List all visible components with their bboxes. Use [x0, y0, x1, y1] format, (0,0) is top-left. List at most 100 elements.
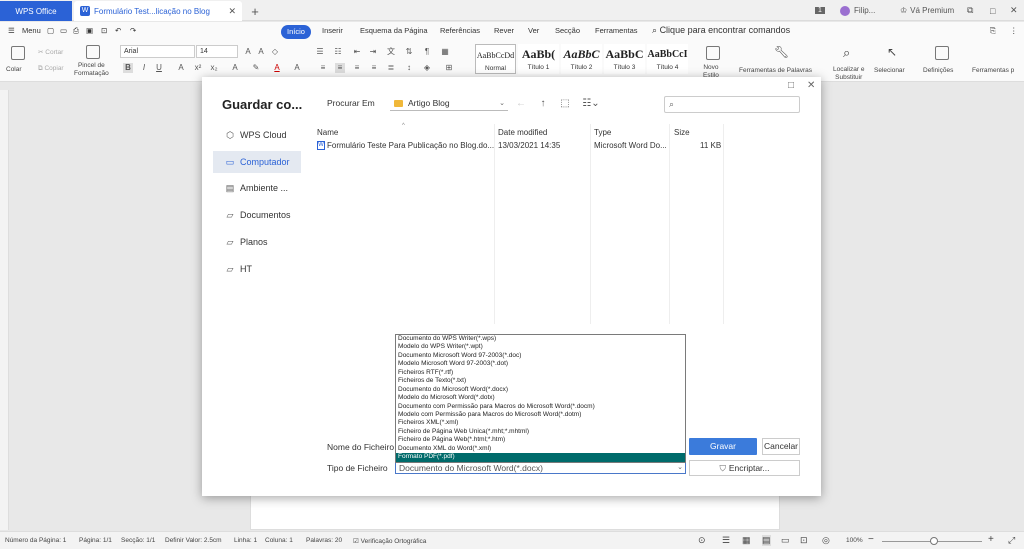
close-dialog-icon[interactable]: ✕ [807, 80, 815, 91]
bold-icon[interactable]: B [123, 63, 133, 73]
increase-font-icon[interactable]: A [243, 47, 253, 57]
filetype-select[interactable]: Documento do Microsoft Word(*.docx) ⌄ [395, 462, 686, 474]
font-size-select[interactable]: 14 [196, 45, 238, 58]
filetype-option[interactable]: Ficheiros de Texto(*.txt) [396, 377, 685, 385]
search-commands[interactable]: ⌕ Clique para encontrar comandos [652, 25, 790, 36]
tab-esquema[interactable]: Esquema da Página [360, 26, 428, 35]
increase-indent-icon[interactable]: ⇥ [368, 47, 378, 57]
user-account[interactable]: Filip... [840, 3, 875, 18]
text-effects-icon[interactable]: A [230, 63, 240, 73]
document-page[interactable] [250, 490, 780, 530]
sort-icon[interactable]: ⇅ [404, 47, 414, 57]
nav-documents[interactable]: ▱ Documentos [213, 204, 301, 226]
menu-button[interactable]: Menu [22, 26, 41, 35]
style-titulo-3[interactable]: AaBbC Título 3 [604, 44, 645, 74]
borders-icon[interactable]: ⊞ [444, 63, 454, 73]
protect-icon[interactable]: ⊙ [698, 535, 706, 546]
shading-icon[interactable]: ◈ [422, 63, 432, 73]
style-titulo-1[interactable]: AaBb(Título 1 [518, 44, 559, 74]
filetype-option[interactable]: Documento do WPS Writer(*.wps) [396, 335, 685, 343]
copy-button[interactable]: ⧉ Copiar [38, 65, 64, 73]
export-icon[interactable]: ⊡ [101, 26, 107, 35]
filetype-option[interactable]: Documento XML do Word(*.xml) [396, 445, 685, 453]
distribute-icon[interactable]: ≣ [386, 63, 396, 73]
eye-icon[interactable]: ◎ [822, 535, 830, 546]
filetype-option[interactable]: Modelo com Permissão para Macros do Micr… [396, 411, 685, 419]
align-center-icon[interactable]: ≡ [335, 63, 345, 73]
decrease-font-icon[interactable]: A [256, 47, 266, 57]
show-marks-icon[interactable]: ¶ [422, 47, 432, 57]
undo-icon[interactable]: ↶ [115, 26, 121, 35]
reading-view-icon[interactable]: ⊡ [800, 535, 808, 546]
column-name[interactable]: Name [317, 128, 338, 137]
tab-ver[interactable]: Ver [528, 26, 539, 35]
tab-inserir[interactable]: Inserir [322, 26, 343, 35]
hamburger-icon[interactable]: ☰ [8, 26, 15, 35]
up-folder-icon[interactable]: ↑ [536, 98, 550, 109]
filetype-option[interactable]: Formato PDF(*.pdf) [396, 453, 685, 462]
tab-referencias[interactable]: Referências [440, 26, 480, 35]
look-in-select[interactable]: Artigo Blog ⌄ [390, 96, 508, 111]
filetype-option[interactable]: Ficheiros RTF(*.rtf) [396, 369, 685, 377]
new-tab-button[interactable]: + [248, 1, 262, 21]
outline-view-icon[interactable]: ☰ [722, 535, 730, 546]
align-left-icon[interactable]: ≡ [318, 63, 328, 73]
filetype-option[interactable]: Ficheiro de Página Web Única(*.mht;*.mht… [396, 428, 685, 436]
subscript-icon[interactable]: x₂ [209, 63, 219, 73]
find-replace-button[interactable]: Localizar e Substituir [833, 66, 864, 82]
underline-icon[interactable]: U [154, 63, 164, 73]
filetype-option[interactable]: Modelo do Microsoft Word(*.dotx) [396, 394, 685, 402]
status-words[interactable]: Palavras: 20 [306, 537, 342, 544]
superscript-icon[interactable]: x² [193, 63, 203, 73]
print-icon[interactable]: ⎙ [73, 26, 79, 36]
save-icon[interactable]: ▢ [47, 26, 54, 35]
zoom-out-icon[interactable]: − [868, 534, 874, 545]
tab-rever[interactable]: Rever [494, 26, 514, 35]
spell-check-button[interactable]: ☑ Verificação Ortográfica [353, 537, 426, 545]
style-titulo-2[interactable]: AaBbC Título 2 [561, 44, 602, 74]
strikethrough-icon[interactable]: A [176, 63, 186, 73]
filetype-option[interactable]: Ficheiro de Página Web(*.html;*.htm) [396, 436, 685, 444]
new-folder-icon[interactable]: ⬚ [558, 98, 572, 109]
cut-button[interactable]: ✂ Cortar [38, 48, 63, 56]
nav-desktop[interactable]: ▤ Ambiente ... [213, 177, 301, 199]
format-painter-button[interactable]: Pincel de Formatação [74, 62, 109, 78]
bullets-icon[interactable]: ☰ [315, 47, 325, 57]
open-icon[interactable]: ▭ [60, 26, 67, 35]
more-icon[interactable]: ⋮ [1010, 26, 1018, 35]
numbering-icon[interactable]: ☷ [333, 47, 343, 57]
column-date[interactable]: Date modified [498, 128, 547, 137]
paste-button[interactable]: Colar [6, 66, 22, 73]
nav-planos[interactable]: ▱ Planos [213, 231, 301, 253]
style-normal[interactable]: AaBbCcDd Normal [475, 44, 516, 74]
column-size[interactable]: Size [674, 128, 690, 137]
filetype-dropdown-list[interactable]: Documento do WPS Writer(*.wps) Modelo do … [395, 334, 686, 463]
style-titulo-4[interactable]: AaBbCcI Título 4 [647, 44, 688, 74]
zoom-slider-handle[interactable] [930, 537, 938, 545]
view-options-icon[interactable]: ☷⌄ [580, 98, 602, 109]
chinese-layout-icon[interactable]: 文 [386, 47, 396, 57]
search-input[interactable]: ⌕ [664, 96, 800, 113]
restore-window-button[interactable]: □ [990, 3, 995, 18]
italic-icon[interactable]: I [139, 63, 149, 73]
fullscreen-icon[interactable]: ⤢ [1008, 535, 1015, 546]
tools-button[interactable]: Ferramentas p [972, 67, 1014, 74]
font-family-select[interactable]: Arial [120, 45, 195, 58]
document-tab[interactable]: W Formulário Test...licação no Blog ✕ [74, 1, 242, 21]
minimize-window-button[interactable]: ⧉ [967, 3, 973, 18]
table-icon[interactable]: ▦ [440, 47, 450, 57]
clear-format-icon[interactable]: ◇ [270, 47, 280, 57]
align-right-icon[interactable]: ≡ [352, 63, 362, 73]
column-type[interactable]: Type [594, 128, 611, 137]
word-tools-button[interactable]: Ferramentas de Palavras [739, 67, 812, 74]
print-preview-icon[interactable]: ▣ [86, 26, 93, 35]
justify-icon[interactable]: ≡ [369, 63, 379, 73]
maximize-dialog-icon[interactable]: □ [788, 80, 794, 91]
redo-icon[interactable]: ↷ [130, 26, 136, 35]
filetype-option[interactable]: Modelo do WPS Writer(*.wpt) [396, 343, 685, 351]
close-window-button[interactable]: ✕ [1010, 3, 1018, 18]
share-icon[interactable]: ⎘ [990, 26, 996, 36]
filetype-option[interactable]: Ficheiros XML(*.xml) [396, 419, 685, 427]
nav-wps-cloud[interactable]: ⬡ WPS Cloud [213, 124, 301, 146]
settings-button[interactable]: Definições [923, 67, 953, 74]
